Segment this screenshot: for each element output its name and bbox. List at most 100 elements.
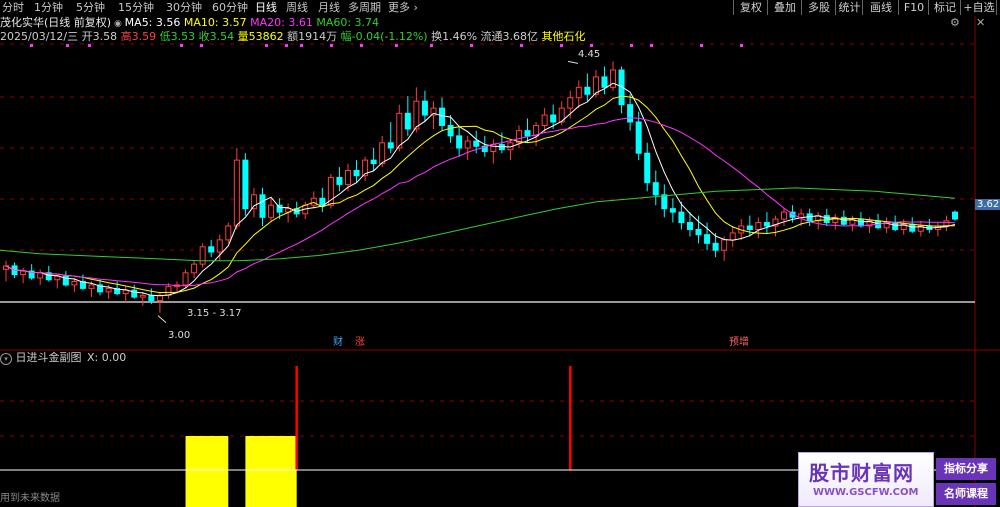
candle-body: [447, 124, 454, 137]
event-marker-rise[interactable]: 涨: [355, 337, 365, 348]
candle-body: [379, 142, 386, 165]
candle-body: [404, 112, 411, 130]
signal-dot: [700, 44, 703, 47]
watermark: 股市财富网 WWW.GSCFW.COM 指标分享 名师课程: [798, 452, 1000, 507]
candle-body: [71, 280, 78, 286]
watermark-tag-course: 名师课程: [936, 483, 996, 505]
candle-body: [644, 152, 651, 184]
candle-body: [336, 176, 343, 185]
candle-body: [464, 140, 471, 149]
candle-body: [139, 294, 146, 298]
signal-dot: [560, 44, 563, 47]
candle-body: [729, 232, 736, 241]
signal-dot: [88, 44, 91, 47]
candle-body: [353, 170, 360, 177]
candle-body: [37, 272, 44, 279]
future-data-note: 用到未来数据: [0, 493, 60, 504]
kline-chart[interactable]: [0, 0, 1000, 507]
candle-body: [131, 289, 138, 298]
candle-body: [473, 140, 480, 147]
chevron-down-icon[interactable]: ▾: [0, 353, 12, 365]
candle-body: [857, 218, 864, 227]
candle-body: [242, 159, 249, 210]
candle-body: [259, 194, 266, 218]
watermark-title: 股市财富网: [809, 461, 914, 485]
candle-body: [686, 222, 693, 230]
watermark-tag-share: 指标分享: [936, 458, 996, 480]
low-marker: [157, 315, 167, 324]
ma10-line: [5, 95, 956, 294]
candle-body: [712, 242, 719, 251]
candle-body: [704, 234, 711, 244]
candle-body: [798, 213, 805, 218]
sub-indicator-x: X: 0.00: [87, 351, 127, 364]
candle-body: [88, 284, 95, 289]
signal-dot: [330, 44, 333, 47]
candle-body: [669, 208, 676, 213]
event-marker-finance[interactable]: 财: [333, 337, 343, 348]
candle-body: [233, 159, 240, 227]
candle-body: [627, 104, 634, 123]
candle-body: [456, 135, 463, 149]
candle-body: [909, 223, 916, 232]
candle-body: [584, 86, 591, 95]
ma5-line: [5, 82, 956, 297]
watermark-url: WWW.GSCFW.COM: [813, 487, 919, 498]
candle-body: [755, 222, 762, 230]
event-marker-forecast[interactable]: 预增: [729, 337, 749, 348]
candle-body: [746, 225, 753, 230]
signal-dot: [520, 44, 523, 47]
candle-body: [216, 239, 223, 253]
sub-indicator-name[interactable]: 日进斗金副图: [16, 351, 82, 364]
signal-dot: [285, 44, 288, 47]
signal-dot: [395, 44, 398, 47]
candle-body: [208, 246, 215, 253]
candle-body: [387, 142, 394, 149]
candle-body: [541, 114, 548, 126]
candle-body: [524, 130, 531, 137]
ma20-line: [5, 117, 956, 287]
candle-body: [943, 220, 950, 227]
candle-body: [952, 211, 958, 220]
signal-dot: [66, 44, 69, 47]
signal-dot: [630, 44, 633, 47]
candle-body: [661, 194, 668, 210]
candle-body: [20, 270, 27, 276]
candle-body: [344, 170, 351, 185]
candle-body: [567, 97, 574, 109]
signal-block: [245, 436, 297, 507]
candle-body: [199, 246, 206, 265]
signal-dot: [650, 44, 653, 47]
low-price-label: 3.00: [168, 330, 191, 341]
candle-body: [319, 197, 326, 206]
range-label: 3.15 - 3.17: [187, 308, 242, 319]
candle-body: [635, 121, 642, 154]
candle-body: [310, 197, 317, 206]
candle-body: [721, 239, 728, 251]
candle-body: [678, 211, 685, 224]
candle-body: [370, 159, 377, 165]
candle-body: [550, 114, 557, 123]
candle-body: [421, 100, 428, 116]
signal-dot: [470, 44, 473, 47]
candle-body: [268, 204, 275, 218]
candle-body: [182, 272, 189, 286]
candle-body: [892, 222, 899, 230]
candle-body: [396, 112, 403, 149]
signal-dot: [430, 44, 433, 47]
watermark-logo: 股市财富网 WWW.GSCFW.COM: [798, 452, 934, 507]
candle-body: [695, 228, 702, 236]
candle-body: [806, 213, 813, 222]
candle-body: [225, 225, 232, 241]
signal-dot: [30, 44, 33, 47]
high-price-label: 4.45: [578, 49, 601, 60]
signal-dot: [360, 44, 363, 47]
high-marker: [567, 60, 579, 64]
signal-dot: [740, 44, 743, 47]
candle-body: [148, 294, 155, 302]
candle-body: [601, 76, 608, 88]
signal-dot: [300, 44, 303, 47]
signal-block: [185, 436, 229, 507]
signal-dot: [200, 44, 203, 47]
candle-body: [763, 222, 770, 227]
